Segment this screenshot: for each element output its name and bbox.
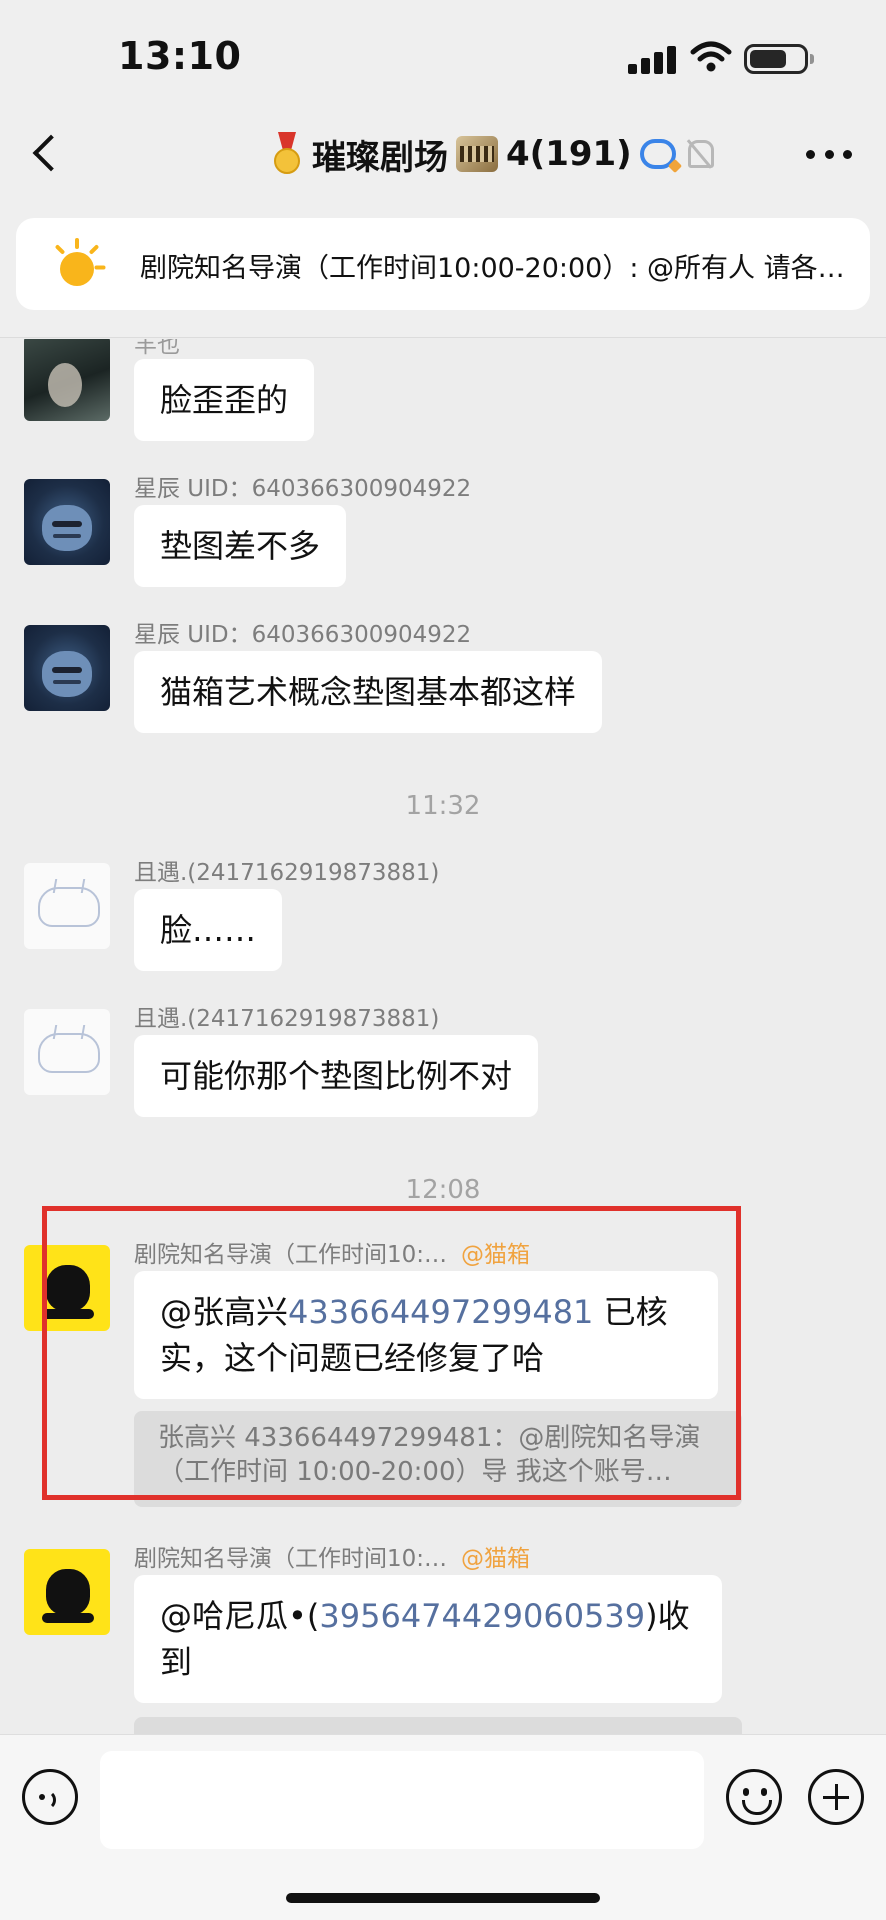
role-tag: @猫箱 (461, 1546, 531, 1572)
notice-text: 剧院知名导演（工作时间10:00-20:00）: @所有人 请各… (140, 253, 845, 284)
quoted-message[interactable] (134, 1717, 742, 1734)
member-count: 4(191) (506, 134, 632, 174)
avatar[interactable] (24, 339, 110, 421)
sender-name: 星辰 UID：640366300904922 (134, 476, 472, 502)
message-input[interactable] (100, 1751, 704, 1849)
avatar[interactable] (24, 1009, 110, 1095)
home-indicator (286, 1893, 600, 1903)
time-divider: 11:32 (405, 791, 481, 821)
more-button[interactable] (806, 150, 852, 162)
sender-name: 剧院知名导演（工作时间10:… @猫箱 (134, 1539, 530, 1573)
medal-icon (270, 132, 304, 176)
user-id-link[interactable]: 433664497299481 (288, 1293, 593, 1331)
time-divider: 12:08 (405, 1175, 481, 1205)
message-bubble[interactable]: 脸歪歪的 (134, 359, 315, 441)
sender-name: 羊也 (134, 339, 180, 358)
pinned-notice[interactable]: 剧院知名导演（工作时间10:00-20:00）: @所有人 请各… (16, 218, 870, 310)
avatar[interactable] (24, 1245, 110, 1331)
input-bar (0, 1734, 886, 1920)
user-id-link[interactable]: 3956474429060539 (319, 1597, 645, 1635)
avatar[interactable] (24, 863, 110, 949)
sender-name-text: 剧院知名导演（工作时间10:… (134, 1242, 448, 1268)
sun-icon (46, 238, 106, 290)
message-bubble[interactable]: 垫图差不多 (134, 505, 347, 587)
message-bubble[interactable]: 可能你那个垫图比例不对 (134, 1035, 539, 1117)
message-bubble[interactable]: @哈尼瓜•(3956474429060539)收到 (134, 1575, 722, 1703)
mention[interactable]: @哈尼瓜•( (160, 1597, 319, 1635)
avatar[interactable] (24, 479, 110, 565)
avatar[interactable] (24, 625, 110, 711)
signal-icon (628, 44, 678, 74)
chat-title[interactable]: 璀璨剧场 4(191) (270, 126, 714, 182)
sender-name-text: 剧院知名导演（工作时间10:… (134, 1546, 448, 1572)
sender-name: 且遇.(2417162919873881) (134, 860, 440, 886)
sender-name: 剧院知名导演（工作时间10:… @猫箱 (134, 1235, 530, 1269)
mute-bell-icon (684, 138, 714, 170)
back-button[interactable] (28, 132, 64, 176)
more-actions-button[interactable] (808, 1769, 864, 1825)
wifi-icon (690, 41, 732, 72)
film-icon (456, 136, 498, 172)
status-time: 13:10 (118, 34, 242, 78)
chat-messages[interactable]: 羊也 脸歪歪的 星辰 UID：640366300904922 垫图差不多 星辰 … (0, 339, 886, 1734)
emoji-button[interactable] (726, 1769, 782, 1825)
message-bubble[interactable]: 猫箱艺术概念垫图基本都这样 (134, 651, 603, 733)
message-bubble[interactable]: @张高兴433664497299481 已核实，这个问题已经修复了哈 (134, 1271, 718, 1399)
sender-name: 且遇.(2417162919873881) (134, 1006, 440, 1032)
quoted-message[interactable]: 张高兴 433664497299481：@剧院知名导演（工作时间 10:00-2… (134, 1411, 742, 1507)
group-name: 璀璨剧场 (312, 137, 448, 178)
message-bubble[interactable]: 脸…… (134, 889, 283, 971)
voice-input-button[interactable] (22, 1769, 78, 1825)
avatar[interactable] (24, 1549, 110, 1635)
top-header-area: 13:10 璀璨剧场 4(191) 剧院知名导演（工作时间10:00-20:00… (0, 0, 886, 338)
role-tag: @猫箱 (461, 1242, 531, 1268)
sender-name: 星辰 UID：640366300904922 (134, 622, 472, 648)
mention[interactable]: @张高兴 (160, 1293, 288, 1331)
chat-bubble-icon (639, 139, 676, 169)
battery-icon (744, 44, 814, 74)
